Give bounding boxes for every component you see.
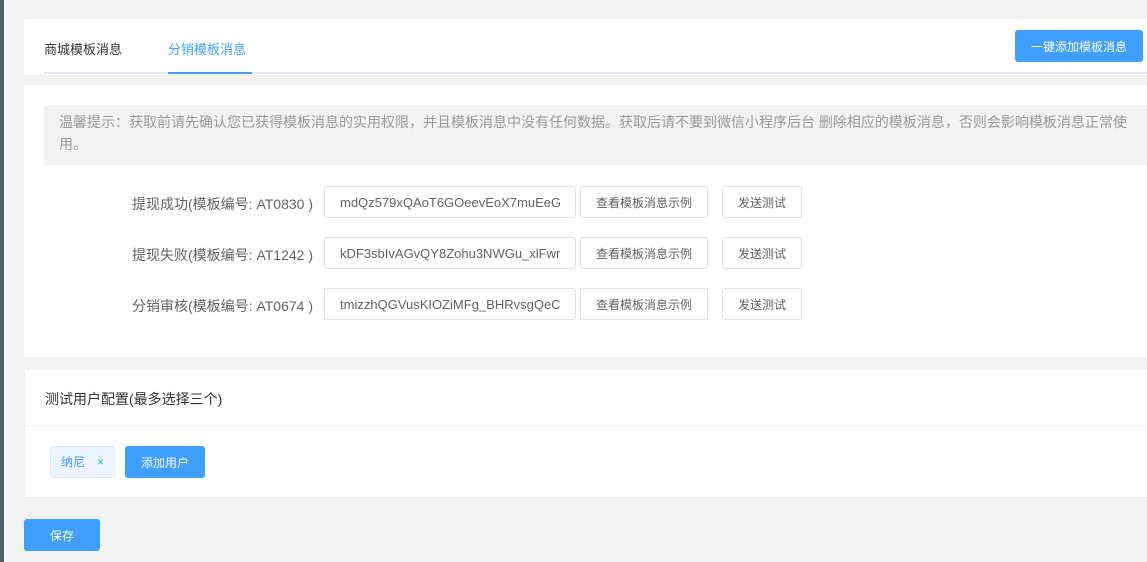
- template-row: 提现失败(模板编号: AT1242 ) 查看模板消息示例 发送测试: [24, 237, 1147, 269]
- tab-mall-template[interactable]: 商城模板消息: [44, 39, 122, 58]
- template-id-input[interactable]: [324, 186, 576, 218]
- template-id-input[interactable]: [324, 237, 576, 269]
- template-row: 提现成功(模板编号: AT0830 ) 查看模板消息示例 发送测试: [24, 186, 1147, 218]
- template-label: 提现成功(模板编号: AT0830 ): [132, 196, 313, 212]
- view-example-button[interactable]: 查看模板消息示例: [580, 288, 708, 320]
- template-label: 分销审核(模板编号: AT0674 ): [132, 298, 313, 314]
- save-button[interactable]: 保存: [24, 519, 100, 551]
- user-tag: 纳尼 ×: [50, 446, 116, 478]
- template-settings-card: 温馨提示：获取前请先确认您已获得模板消息的实用权限，并且模板消息中没有任何数据。…: [24, 85, 1147, 357]
- send-test-button[interactable]: 发送测试: [722, 186, 802, 218]
- close-icon[interactable]: ×: [97, 455, 104, 469]
- test-user-card: 测试用户配置(最多选择三个) 纳尼 × 添加用户: [24, 369, 1147, 498]
- view-example-button[interactable]: 查看模板消息示例: [580, 237, 708, 269]
- view-example-button[interactable]: 查看模板消息示例: [580, 186, 708, 218]
- tip-text: 温馨提示：获取前请先确认您已获得模板消息的实用权限，并且模板消息中没有任何数据。…: [44, 105, 1147, 165]
- template-label: 提现失败(模板编号: AT1242 ): [132, 247, 313, 263]
- active-tab-indicator: [168, 72, 252, 74]
- tab-distribution-template[interactable]: 分销模板消息: [168, 39, 246, 58]
- template-row: 分销审核(模板编号: AT0674 ) 查看模板消息示例 发送测试: [24, 288, 1147, 320]
- sidebar-edge: [0, 0, 4, 562]
- add-all-templates-button[interactable]: 一键添加模板消息: [1015, 30, 1143, 62]
- user-tag-name: 纳尼: [61, 455, 86, 469]
- test-user-title: 测试用户配置(最多选择三个): [25, 370, 1147, 426]
- tabs-card: 商城模板消息 分销模板消息: [24, 19, 1147, 75]
- send-test-button[interactable]: 发送测试: [722, 237, 802, 269]
- add-user-button[interactable]: 添加用户: [125, 446, 205, 478]
- send-test-button[interactable]: 发送测试: [722, 288, 802, 320]
- template-id-input[interactable]: [324, 288, 576, 320]
